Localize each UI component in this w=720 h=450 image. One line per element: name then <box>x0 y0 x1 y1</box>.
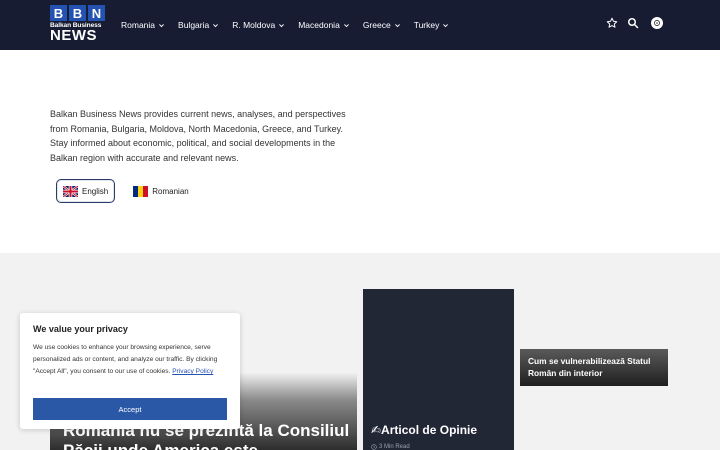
nav-label: Bulgaria <box>178 20 210 30</box>
chevron-down-icon <box>279 23 285 27</box>
cookie-body: We use cookies to enhance your browsing … <box>33 342 233 378</box>
chevron-down-icon <box>343 23 349 27</box>
search-icon[interactable] <box>627 17 639 29</box>
privacy-policy-link[interactable]: Privacy Policy <box>172 368 213 375</box>
nav-label: Turkey <box>413 20 440 30</box>
language-switcher: English Romanian <box>56 179 195 203</box>
nav-label: Greece <box>362 20 391 30</box>
nav-item-moldova[interactable]: R. Moldova <box>232 20 285 30</box>
star-icon[interactable] <box>606 17 618 29</box>
logo-letter: B <box>50 5 67 21</box>
uk-flag-icon <box>63 185 78 197</box>
lang-label: English <box>82 186 109 196</box>
nav-label: R. Moldova <box>232 20 276 30</box>
nav-label: Macedonia <box>298 20 340 30</box>
about-text: Balkan Business News provides current ne… <box>50 109 346 164</box>
nav-item-greece[interactable]: Greece <box>363 20 401 30</box>
site-header: B B N Balkan Business NEWS Romania Bulga… <box>0 0 720 50</box>
logo-letter: B <box>69 5 86 21</box>
accept-button[interactable]: Accept <box>33 398 227 420</box>
logo-letter: N <box>88 5 105 21</box>
cookie-consent-dialog: We value your privacy We use cookies to … <box>20 313 240 429</box>
header-actions <box>606 17 663 29</box>
main-nav: Romania Bulgaria R. Moldova Macedonia Gr… <box>121 0 462 50</box>
chevron-down-icon <box>213 23 219 27</box>
user-avatar-icon[interactable] <box>651 17 663 29</box>
chevron-down-icon <box>394 23 400 27</box>
article-card-title[interactable]: Cum se vulnerabilizează Statul Român din… <box>528 356 664 379</box>
nav-label: Romania <box>121 20 156 30</box>
logo-news: NEWS <box>50 27 97 44</box>
chevron-down-icon <box>443 23 449 27</box>
lang-romanian-button[interactable]: Romanian <box>127 179 194 203</box>
nav-item-bulgaria[interactable]: Bulgaria <box>178 20 219 30</box>
lang-label: Romanian <box>152 186 189 196</box>
opinion-article-title[interactable]: ✍Articol de Opinie <box>371 423 477 437</box>
read-time-label: 3 Min Read <box>379 444 410 450</box>
clock-icon <box>371 444 377 450</box>
read-time: 3 Min Read <box>371 444 410 450</box>
chevron-down-icon <box>159 23 164 27</box>
opinion-article-card[interactable]: ✍Articol de Opinie 3 Min Read <box>363 289 514 450</box>
romania-flag-icon <box>133 185 149 197</box>
nav-item-turkey[interactable]: Turkey <box>414 20 450 30</box>
nav-item-romania[interactable]: Romania <box>121 20 165 30</box>
nav-item-macedonia[interactable]: Macedonia <box>298 20 350 30</box>
site-logo[interactable]: B B N Balkan Business NEWS <box>50 5 106 45</box>
cookie-title: We value your privacy <box>33 324 128 334</box>
article-card[interactable]: Cum se vulnerabilizează Statul Român din… <box>520 349 668 386</box>
lang-english-button[interactable]: English <box>56 179 116 203</box>
